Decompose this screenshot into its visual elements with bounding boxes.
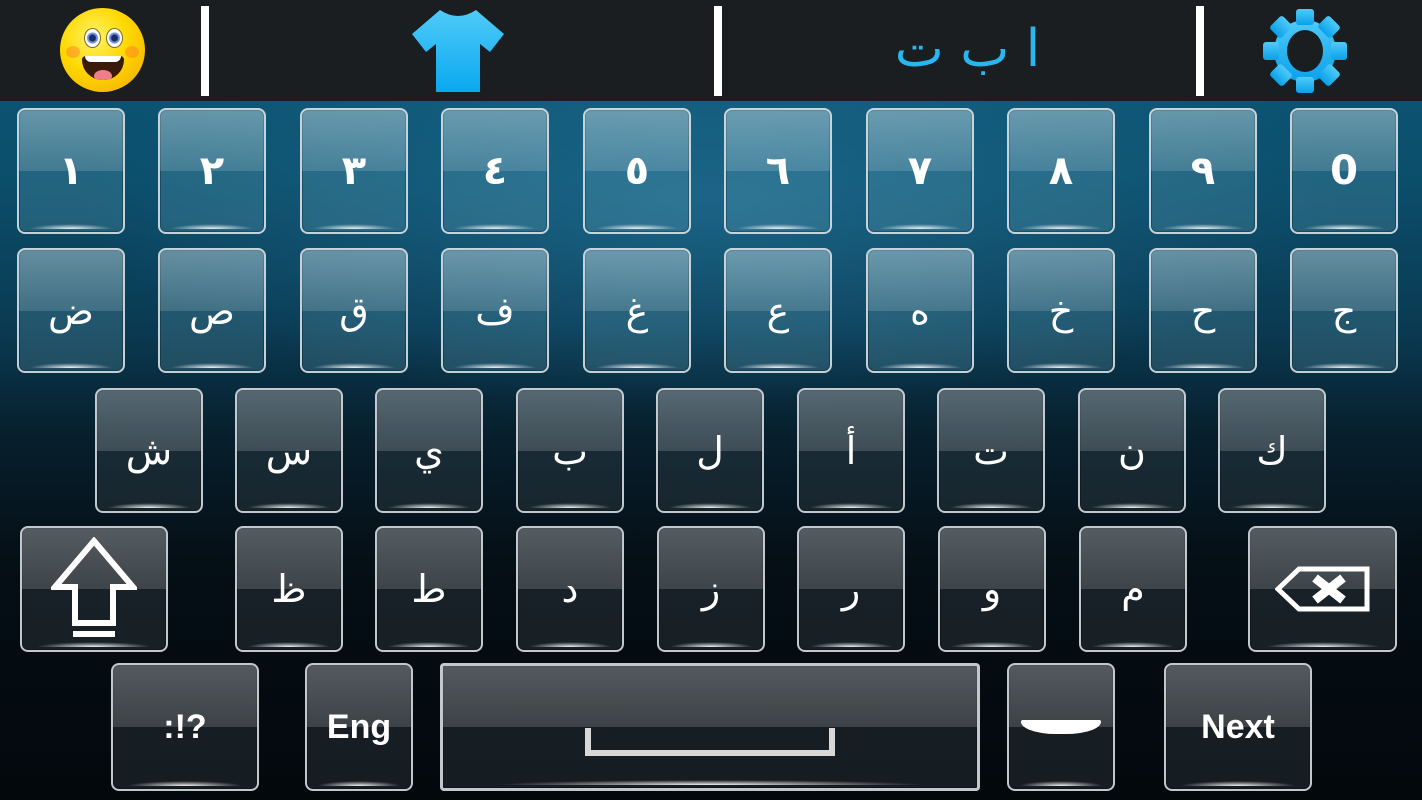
- letter-key[interactable]: ل: [656, 388, 764, 513]
- letter-key[interactable]: م: [1079, 526, 1187, 652]
- key-digit-7[interactable]: ٧: [866, 108, 974, 234]
- key-digit-2[interactable]: ٢: [158, 108, 266, 234]
- toolbar-divider: [1196, 6, 1204, 96]
- language-switch-key[interactable]: Eng: [305, 663, 413, 791]
- letter-key[interactable]: د: [516, 526, 624, 652]
- letter-key[interactable]: ع: [724, 248, 832, 373]
- key-digit-8[interactable]: ٨: [1007, 108, 1115, 234]
- letter-key[interactable]: ن: [1078, 388, 1186, 513]
- theme-button[interactable]: [410, 8, 506, 92]
- key-digit-0[interactable]: 0: [1290, 108, 1398, 234]
- shift-key[interactable]: [20, 526, 168, 652]
- symbols-key[interactable]: :!?: [111, 663, 259, 791]
- enter-icon: [1021, 720, 1101, 734]
- letter-key[interactable]: ف: [441, 248, 549, 373]
- letter-key[interactable]: أ: [797, 388, 905, 513]
- space-key[interactable]: [440, 663, 980, 791]
- space-bar-icon: [585, 728, 835, 756]
- letter-key[interactable]: ك: [1218, 388, 1326, 513]
- toolbar-divider: [201, 6, 209, 96]
- key-digit-3[interactable]: ٣: [300, 108, 408, 234]
- key-digit-4[interactable]: ٤: [441, 108, 549, 234]
- letter-key[interactable]: ج: [1290, 248, 1398, 373]
- next-key[interactable]: Next: [1164, 663, 1312, 791]
- letter-key[interactable]: غ: [583, 248, 691, 373]
- enter-key[interactable]: [1007, 663, 1115, 791]
- letter-key[interactable]: ض: [17, 248, 125, 373]
- gear-icon: [1263, 9, 1347, 93]
- keyboard-toolbar: ا ب ت: [0, 0, 1422, 101]
- backspace-icon: [1274, 566, 1369, 612]
- letter-key[interactable]: خ: [1007, 248, 1115, 373]
- tshirt-icon: [412, 10, 504, 92]
- letter-key[interactable]: و: [938, 526, 1046, 652]
- emoji-button[interactable]: [60, 8, 145, 92]
- letter-key[interactable]: ي: [375, 388, 483, 513]
- letter-key[interactable]: ه: [866, 248, 974, 373]
- letter-key[interactable]: ط: [375, 526, 483, 652]
- key-digit-6[interactable]: ٦: [724, 108, 832, 234]
- letter-key[interactable]: ق: [300, 248, 408, 373]
- language-indicator[interactable]: ا ب ت: [855, 14, 1080, 84]
- backspace-key[interactable]: [1248, 526, 1397, 652]
- shift-arrow-icon: [51, 537, 137, 637]
- key-digit-5[interactable]: ٥: [583, 108, 691, 234]
- key-digit-1[interactable]: ١: [17, 108, 125, 234]
- settings-button[interactable]: [1262, 8, 1348, 94]
- key-digit-9[interactable]: ٩: [1149, 108, 1257, 234]
- letter-key[interactable]: س: [235, 388, 343, 513]
- letter-key[interactable]: ص: [158, 248, 266, 373]
- letter-key[interactable]: ح: [1149, 248, 1257, 373]
- toolbar-divider: [714, 6, 722, 96]
- letter-key[interactable]: ز: [657, 526, 765, 652]
- letter-key[interactable]: ش: [95, 388, 203, 513]
- letter-key[interactable]: ر: [797, 526, 905, 652]
- letter-key[interactable]: ب: [516, 388, 624, 513]
- letter-key[interactable]: ظ: [235, 526, 343, 652]
- letter-key[interactable]: ت: [937, 388, 1045, 513]
